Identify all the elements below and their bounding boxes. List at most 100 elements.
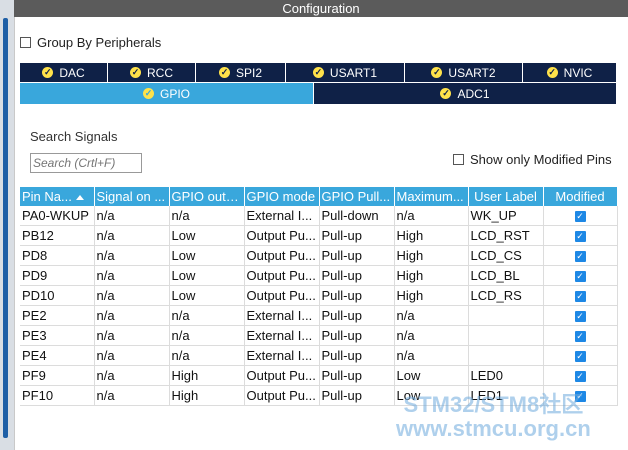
table-row[interactable]: PE4 n/a n/a External I... Pull-up n/a ✓ [20, 345, 618, 366]
column-header-user-label[interactable]: User Label [468, 187, 544, 206]
modified-checkbox-icon[interactable]: ✓ [574, 271, 586, 283]
watermark: STM32/STM8社区 www.stmcu.org.cn [396, 393, 591, 441]
cell-user-label[interactable] [468, 325, 544, 346]
cell-maximum: n/a [394, 325, 469, 346]
tab-gpio[interactable]: ✓ GPIO [20, 83, 314, 104]
modified-checkbox-icon[interactable]: ✓ [574, 371, 586, 383]
status-check-icon: ✓ [130, 67, 141, 78]
cell-gpio-pull: Pull-up [319, 385, 395, 406]
sort-ascending-icon[interactable] [75, 195, 84, 201]
modified-checkbox-icon[interactable]: ✓ [574, 231, 586, 243]
column-header-label: GPIO mode [246, 189, 316, 204]
cell-user-label[interactable]: LCD_BL [468, 265, 544, 286]
cell-user-label[interactable] [468, 345, 544, 366]
modified-checkbox-icon[interactable]: ✓ [574, 251, 586, 263]
cell-pin-na: PD10 [20, 285, 95, 306]
modified-checkbox-icon[interactable]: ✓ [574, 351, 586, 363]
table-row[interactable]: PA0-WKUP n/a n/a External I... Pull-down n/a W… [20, 206, 618, 226]
cell-user-label[interactable]: WK_UP [468, 206, 544, 226]
cell-gpio-outp: Low [169, 285, 245, 306]
tab-label: DAC [59, 65, 85, 80]
cell-gpio-pull: Pull-up [319, 265, 395, 286]
cell-gpio-mode: Output Pu... [244, 385, 320, 406]
modified-cell[interactable]: ✓ [543, 345, 618, 366]
column-header-label: Maximum... [396, 189, 464, 204]
modified-cell[interactable]: ✓ [543, 206, 618, 226]
tab-nvic[interactable]: ✓ NVIC [523, 63, 616, 82]
cell-signal-on: n/a [94, 345, 170, 366]
modified-cell[interactable]: ✓ [543, 365, 618, 386]
status-check-icon: ✓ [546, 67, 558, 78]
modified-cell[interactable]: ✓ [543, 325, 618, 346]
modified-cell[interactable]: ✓ [543, 265, 618, 286]
cell-maximum: Low [394, 365, 469, 386]
column-header-signal-on[interactable]: Signal on ... [94, 187, 170, 206]
column-header-pin-na[interactable]: Pin Na... [20, 187, 95, 206]
cell-maximum: n/a [394, 305, 469, 326]
cell-maximum: High [394, 285, 469, 306]
modified-checkbox-icon[interactable]: ✓ [574, 311, 586, 323]
column-header-maximum[interactable]: Maximum... [394, 187, 469, 206]
table-row[interactable]: PF9 n/a High Output Pu... Pull-up Low LED0 ✓ [20, 365, 618, 386]
modified-checkbox-icon[interactable]: ✓ [574, 211, 586, 223]
tab-rcc[interactable]: ✓ RCC [108, 63, 196, 82]
modified-cell[interactable]: ✓ [543, 305, 618, 326]
tab-usart2[interactable]: ✓ USART2 [405, 63, 523, 82]
tab-dac[interactable]: ✓ DAC [20, 63, 108, 82]
column-header-gpio-outp[interactable]: GPIO outp... [169, 187, 245, 206]
cell-gpio-mode: External I... [244, 345, 320, 366]
cell-user-label[interactable]: LCD_RST [468, 225, 544, 246]
cell-pin-na: PE2 [20, 305, 95, 326]
group-by-peripherals-checkbox[interactable] [20, 36, 31, 48]
column-header-label: User Label [474, 189, 537, 204]
table-row[interactable]: PE3 n/a n/a External I... Pull-up n/a ✓ [20, 325, 618, 346]
cell-gpio-outp: n/a [169, 345, 245, 366]
modified-checkbox-icon[interactable]: ✓ [574, 331, 586, 343]
column-header-label: Pin Na... [22, 189, 72, 204]
column-header-gpio-pull[interactable]: GPIO Pull... [319, 187, 395, 206]
status-check-icon: ✓ [440, 88, 452, 99]
group-by-peripherals-option[interactable]: Group By Peripherals [20, 34, 161, 50]
tab-spi2[interactable]: ✓ SPI2 [196, 63, 286, 82]
table-row[interactable]: PE2 n/a n/a External I... Pull-up n/a ✓ [20, 305, 618, 326]
cell-maximum: High [394, 245, 469, 266]
tab-adc1[interactable]: ✓ ADC1 [314, 83, 616, 104]
configuration-title-bar: Configuration [14, 0, 628, 17]
column-header-label: GPIO Pull... [321, 189, 391, 204]
cell-gpio-pull: Pull-up [319, 305, 395, 326]
modified-cell[interactable]: ✓ [543, 225, 618, 246]
modified-cell[interactable]: ✓ [543, 245, 618, 266]
show-only-modified-option[interactable]: Show only Modified Pins [453, 152, 612, 167]
left-scroll-accent[interactable] [3, 18, 8, 438]
modified-cell[interactable]: ✓ [543, 285, 618, 306]
cell-gpio-mode: External I... [244, 206, 320, 226]
cell-gpio-outp: n/a [169, 305, 245, 326]
modified-checkbox-icon[interactable]: ✓ [574, 291, 586, 303]
column-header-modified[interactable]: Modified [543, 187, 618, 206]
cell-gpio-outp: Low [169, 245, 245, 266]
cell-gpio-outp: Low [169, 225, 245, 246]
cell-signal-on: n/a [94, 305, 170, 326]
status-check-icon: ✓ [218, 67, 230, 78]
cell-signal-on: n/a [94, 265, 170, 286]
cell-user-label[interactable]: LCD_CS [468, 245, 544, 266]
table-row[interactable]: PD8 n/a Low Output Pu... Pull-up High LCD_CS ✓ [20, 245, 618, 266]
table-row[interactable]: PD9 n/a Low Output Pu... Pull-up High LCD_BL ✓ [20, 265, 618, 286]
tab-usart1[interactable]: ✓ USART1 [286, 63, 405, 82]
search-signals-input[interactable] [30, 153, 142, 173]
column-header-label: Modified [555, 189, 605, 204]
tab-label: GPIO [159, 86, 190, 101]
cell-user-label[interactable]: LED0 [468, 365, 544, 386]
table-row[interactable]: PB12 n/a Low Output Pu... Pull-up High LCD_RST… [20, 225, 618, 246]
tab-label: NVIC [563, 65, 593, 80]
watermark-line-1: STM32/STM8社区 [403, 392, 584, 417]
show-only-modified-checkbox[interactable] [453, 154, 464, 165]
cell-user-label[interactable]: LCD_RS [468, 285, 544, 306]
cell-user-label[interactable] [468, 305, 544, 326]
cell-pin-na: PB12 [20, 225, 95, 246]
cell-pin-na: PF9 [20, 365, 95, 386]
left-panel-edge [0, 0, 15, 450]
cell-signal-on: n/a [94, 385, 170, 406]
table-row[interactable]: PD10 n/a Low Output Pu... Pull-up High LCD_RS ✓ [20, 285, 618, 306]
column-header-gpio-mode[interactable]: GPIO mode [244, 187, 320, 206]
